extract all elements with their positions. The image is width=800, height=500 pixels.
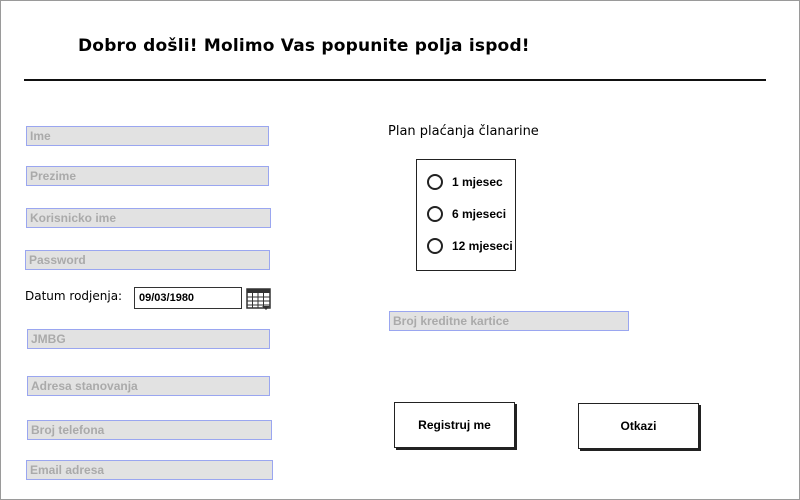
radio-label: 6 mjeseci xyxy=(452,207,507,221)
radio-option-1-month[interactable]: 1 mjesec xyxy=(427,174,503,190)
address-input[interactable] xyxy=(27,376,270,396)
credit-card-input[interactable] xyxy=(389,311,629,331)
email-input[interactable] xyxy=(26,460,273,480)
page-title: Dobro došli! Molimo Vas popunite polja i… xyxy=(78,36,530,56)
register-button[interactable]: Registruj me xyxy=(394,402,515,448)
first-name-input[interactable] xyxy=(26,126,269,146)
radio-option-12-months[interactable]: 12 mjeseci xyxy=(427,238,513,254)
last-name-input[interactable] xyxy=(26,166,269,186)
plan-radio-group: 1 mjesec 6 mjeseci 12 mjeseci xyxy=(416,159,516,271)
phone-input[interactable] xyxy=(27,420,272,440)
dob-label: Datum rodjenja: xyxy=(25,289,123,303)
radio-button-icon[interactable] xyxy=(427,238,443,254)
password-input[interactable] xyxy=(25,250,270,270)
dob-input[interactable] xyxy=(134,287,242,309)
radio-option-6-months[interactable]: 6 mjeseci xyxy=(427,206,506,222)
plan-title: Plan plaćanja članarine xyxy=(388,124,539,139)
cancel-button[interactable]: Otkazi xyxy=(578,403,699,449)
radio-button-icon[interactable] xyxy=(427,206,443,222)
radio-button-icon[interactable] xyxy=(427,174,443,190)
radio-label: 1 mjesec xyxy=(452,175,503,189)
calendar-icon[interactable] xyxy=(246,287,272,311)
username-input[interactable] xyxy=(26,208,271,228)
radio-label: 12 mjeseci xyxy=(452,239,513,253)
header-divider xyxy=(24,79,766,81)
jmbg-input[interactable] xyxy=(27,329,270,349)
